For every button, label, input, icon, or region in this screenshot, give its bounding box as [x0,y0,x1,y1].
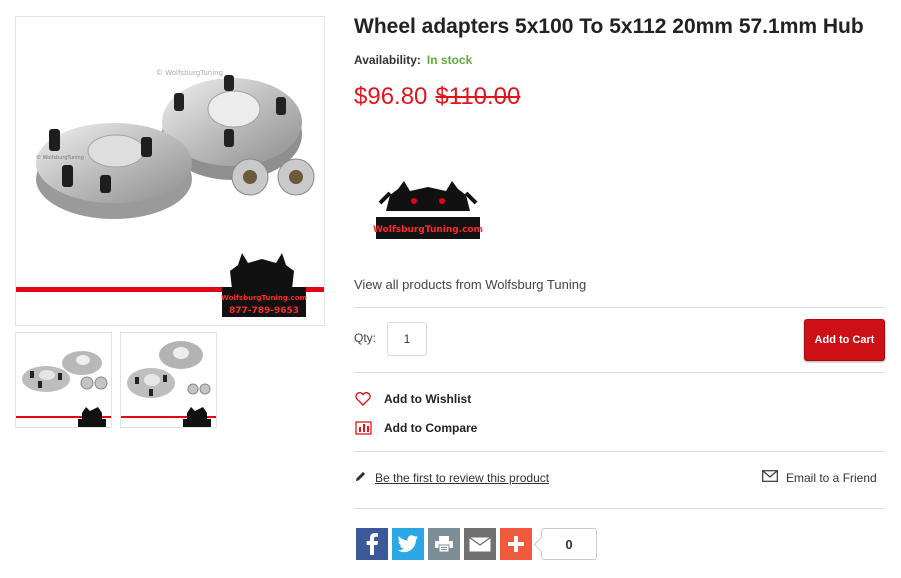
svg-text:WolfsburgTuning.com: WolfsburgTuning.com [373,225,483,235]
add-to-compare-link[interactable]: Add to Compare [354,420,477,436]
share-count: 0 [541,528,597,560]
stock-status: In stock [426,53,473,67]
brand-logo[interactable]: WolfsburgTuning.com [356,133,501,248]
more-share-button[interactable] [500,528,532,560]
divider [354,508,885,509]
thumbnail-2[interactable] [120,332,217,428]
facebook-icon [366,533,378,555]
svg-text:© WolfsburgTuning: © WolfsburgTuning [36,154,84,161]
twitter-icon [397,535,418,553]
wishlist-label: Add to Wishlist [384,392,472,406]
plus-icon [508,536,524,552]
add-to-cart-button[interactable]: Add to Cart [804,319,885,361]
share-bar: 0 [356,528,597,560]
mail-icon [469,536,491,551]
chart-icon [354,420,372,436]
qty-label: Qty: [354,331,377,345]
heart-icon [354,391,372,407]
review-link[interactable]: Be the first to review this product [375,471,549,485]
divider [354,451,885,452]
email-friend-link[interactable]: Email to a Friend [762,470,877,485]
print-icon [435,536,453,553]
twitter-share-button[interactable] [392,528,424,560]
svg-text:WolfsburgTuning.com: WolfsburgTuning.com [221,294,307,302]
pencil-icon [354,470,367,486]
qty-input[interactable] [387,322,427,356]
svg-text:© WolfsburgTuning: © WolfsburgTuning [156,69,223,77]
print-button[interactable] [428,528,460,560]
compare-label: Add to Compare [384,421,478,435]
facebook-share-button[interactable] [356,528,388,560]
thumbnail-1[interactable] [15,332,112,428]
divider [354,372,885,373]
svg-text:877-789-9653: 877-789-9653 [229,306,299,316]
envelope-icon [762,470,778,485]
email-friend-label: Email to a Friend [786,470,877,485]
old-price: $110.00 [435,83,521,110]
availability: Availability: In stock [354,53,472,67]
availability-label: Availability: [354,53,421,67]
brand-products-link[interactable]: View all products from Wolfsburg Tuning [354,277,586,292]
divider [354,307,885,308]
email-share-button[interactable] [464,528,496,560]
price-block: $96.80 $110.00 [354,83,520,111]
current-price: $96.80 [354,83,428,110]
review-row: Be the first to review this product [354,470,549,486]
add-to-wishlist-link[interactable]: Add to Wishlist [354,391,471,407]
share-count-value: 0 [565,536,573,552]
main-product-image[interactable]: © WolfsburgTuning © WolfsburgTuning Wolf… [15,16,325,326]
product-title: Wheel adapters 5x100 To 5x112 20mm 57.1m… [354,15,864,38]
